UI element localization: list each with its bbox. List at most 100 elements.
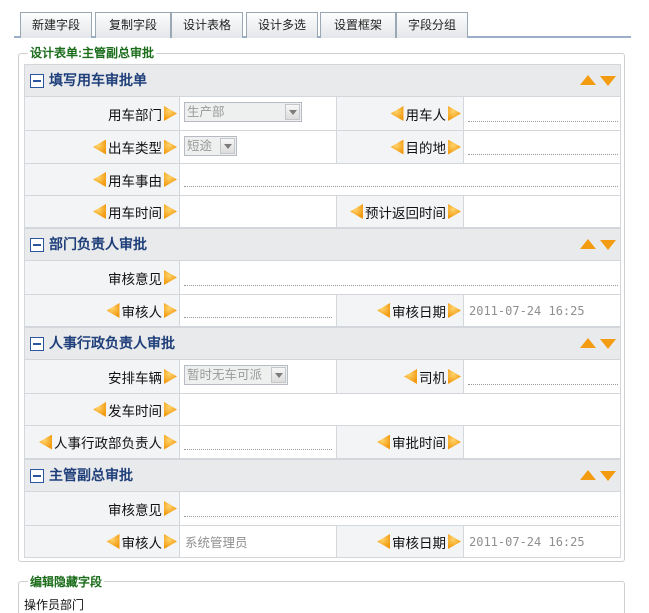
arrow-right-icon [448,139,461,155]
form-row: 用车部门 生产部 用车人 [24,97,621,131]
field-label: 审核人 [25,526,180,557]
chevron-down-icon [271,367,286,383]
move-down-icon[interactable] [600,76,616,86]
hr-head-field[interactable] [180,426,337,458]
arrow-left-icon [377,434,390,450]
review-date-value: 2011-07-24 16:25 [469,534,585,549]
field-label: 人事行政部负责人 [25,426,180,458]
collapse-icon[interactable] [30,337,44,351]
field-label: 审批时间 [337,426,464,458]
arrow-left-icon [350,204,363,219]
field-label: 用车部门 [25,97,180,130]
depart-time-field[interactable] [180,394,622,425]
arrow-left-icon [93,139,106,155]
return-time-field[interactable] [464,196,622,227]
form-row: 人事行政部负责人 审批时间 [24,426,621,459]
field-label: 预计返回时间 [337,196,464,227]
vehicle-select[interactable]: 暂时无车可派 [184,365,288,385]
arrow-right-icon [164,369,177,384]
field-label: 审核日期 [337,295,464,326]
arrow-left-icon [93,204,106,219]
section-header: 人事行政负责人审批 [24,327,621,360]
tab-set-frame[interactable]: 设置框架 [320,12,396,38]
field-label: 审核意见 [25,492,180,525]
move-up-icon[interactable] [580,338,596,348]
time-field[interactable] [180,196,337,227]
field-label: 用车事由 [25,164,180,195]
form-row: 出车类型 短途 目的地 [24,131,621,164]
tab-copy-field[interactable]: 复制字段 [95,12,171,38]
tab-field-group[interactable]: 字段分组 [396,12,468,38]
arrow-left-icon [39,434,52,450]
form-row: 审核人 系统管理员 审核日期 2011-07-24 16:25 [24,526,621,558]
section-header: 填写用车审批单 [24,64,621,97]
approve-time-field[interactable] [464,426,622,458]
trip-type-select[interactable]: 短途 [184,136,237,156]
opinion-field[interactable] [180,492,622,525]
move-up-icon[interactable] [580,470,596,480]
user-field[interactable] [464,97,622,130]
designer-toolbar: 新建字段 复制字段 设计表格 设计多选 设置框架 字段分组 [14,2,631,38]
opinion-field[interactable] [180,261,622,294]
tab-new-field[interactable]: 新建字段 [20,12,92,38]
arrow-right-icon [164,534,177,549]
arrow-right-icon [448,303,461,318]
section-title: 部门负责人审批 [49,236,147,252]
section-header: 部门负责人审批 [24,228,621,261]
tab-design-table[interactable]: 设计表格 [171,12,243,38]
chevron-down-icon [220,138,235,154]
dept-select[interactable]: 生产部 [184,102,302,122]
field-label: 发车时间 [25,394,180,425]
arrow-left-icon [404,369,417,384]
field-label: 目的地 [337,131,464,163]
form-legend: 设计表单:主管副总审批 [28,46,156,60]
arrow-right-icon [448,534,461,549]
section-title: 填写用车审批单 [49,72,147,88]
collapse-icon[interactable] [30,74,44,88]
arrow-right-icon [164,402,177,417]
arrow-right-icon [164,434,177,450]
field-label: 司机 [337,360,464,393]
arrow-right-icon [164,204,177,219]
arrow-right-icon [164,303,177,318]
section-title: 主管副总审批 [49,467,133,483]
destination-field[interactable] [464,131,622,163]
field-label: 安排车辆 [25,360,180,393]
reason-field[interactable] [180,164,622,195]
arrow-right-icon [164,106,177,121]
form-row: 安排车辆 暂时无车可派 司机 [24,360,621,394]
arrow-left-icon [106,303,120,318]
review-date-value: 2011-07-24 16:25 [469,303,585,318]
form-row: 审核意见 [24,492,621,526]
form-row: 用车事由 [24,164,621,196]
form-row: 用车时间 预计返回时间 [24,196,621,228]
move-up-icon[interactable] [580,75,596,85]
field-label: 用车时间 [25,196,180,227]
move-down-icon[interactable] [600,339,616,349]
move-down-icon[interactable] [600,471,616,481]
reviewer-field[interactable] [180,295,337,326]
move-down-icon[interactable] [600,240,616,250]
driver-field[interactable] [464,360,622,393]
reviewer-value: 系统管理员 [185,536,248,550]
section-title: 人事行政负责人审批 [49,335,175,351]
arrow-right-icon [448,434,461,450]
arrow-right-icon [164,139,177,155]
arrow-left-icon [106,534,120,549]
field-label: 审核日期 [337,526,464,557]
move-up-icon[interactable] [580,239,596,249]
tab-design-multiselect[interactable]: 设计多选 [246,12,318,38]
form-row: 审核人 审核日期 2011-07-24 16:25 [24,295,621,327]
hidden-fields-fieldset [18,581,625,613]
arrow-right-icon [164,172,177,187]
arrow-left-icon [377,534,390,549]
collapse-icon[interactable] [30,469,44,483]
collapse-icon[interactable] [30,238,44,252]
arrow-left-icon [390,139,404,155]
arrow-left-icon [390,106,404,121]
arrow-left-icon [93,402,106,417]
field-label: 审核人 [25,295,180,326]
arrow-right-icon [448,204,461,219]
hidden-field-item[interactable]: 操作员部门 [24,596,84,613]
form-row: 审核意见 [24,261,621,295]
